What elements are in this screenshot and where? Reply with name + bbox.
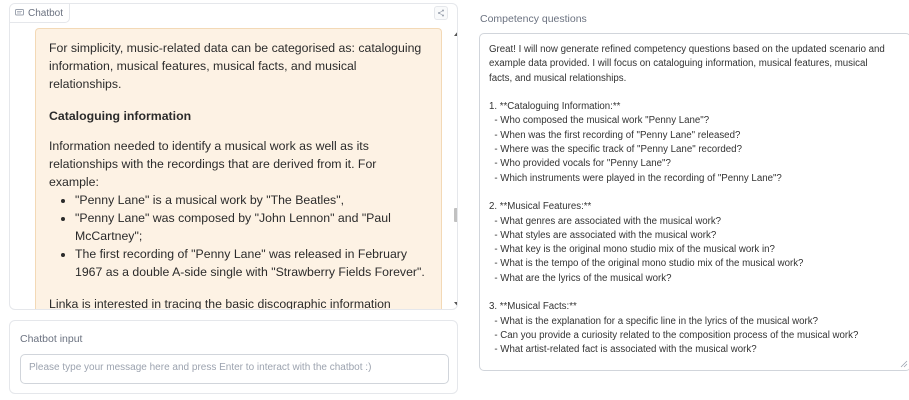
bot-message: For simplicity, music-related data can b… <box>35 28 442 310</box>
competency-question-line: - Who composed the musical work "Penny L… <box>489 115 710 127</box>
competency-question-line: 1. **Cataloguing Information:** <box>489 101 621 113</box>
message-intro: For simplicity, music-related data can b… <box>49 41 422 91</box>
scroll-down-arrow[interactable] <box>454 302 457 307</box>
competency-questions-block: Competency questions Great! I will now g… <box>471 3 909 371</box>
resize-handle-icon[interactable] <box>900 360 908 368</box>
competency-question-line <box>489 86 903 100</box>
competency-question-line: - Which instruments were played in the r… <box>489 172 782 184</box>
competency-question-line: example data provided. I will focus on c… <box>489 58 868 70</box>
competency-question-line: Great! I will now generate refined compe… <box>489 44 885 55</box>
competency-question-line: - Where was the specific track of "Penny… <box>489 144 742 156</box>
message-paragraph: Information needed to identify a musical… <box>49 139 377 189</box>
competency-question-line: - What artist-related fact is associated… <box>489 344 757 356</box>
chatbot-input-label: Chatbot input <box>20 333 83 345</box>
chatbot-input-block: Chatbot input <box>9 320 458 394</box>
share-button[interactable] <box>434 6 448 20</box>
share-icon <box>438 9 444 17</box>
chatbot-input-field[interactable] <box>20 354 449 384</box>
competency-questions-label: Competency questions <box>480 13 587 25</box>
scroll-up-arrow[interactable] <box>454 31 457 36</box>
message-paragraph: Linka is interested in tracing the basic… <box>49 297 391 310</box>
competency-question-line: - What is the tempo of the original mono… <box>489 258 804 270</box>
competency-question-line: - What key is the original mono studio m… <box>489 244 775 256</box>
message-bullet-list: "Penny Lane" is a musical work by "The B… <box>75 191 427 281</box>
competency-question-line: - What genres are associated with the mu… <box>489 215 722 227</box>
list-item: "Penny Lane" is a musical work by "The B… <box>75 191 427 209</box>
competency-question-line: - Who provided vocals for "Penny Lane"? <box>489 158 671 170</box>
list-item: The first recording of "Penny Lane" was … <box>75 245 427 281</box>
chat-bubble-icon <box>15 9 24 17</box>
competency-question-line <box>489 286 903 300</box>
chatbot-label-text: Chatbot <box>28 7 64 19</box>
competency-question-line: - What is the explanation for a specific… <box>489 315 818 327</box>
competency-question-line <box>489 186 903 200</box>
competency-question-line: - When was the first recording of "Penny… <box>489 129 741 141</box>
competency-question-line: - Can you provide a curiosity related to… <box>489 329 859 341</box>
competency-questions-textarea[interactable]: Great! I will now generate refined compe… <box>479 33 909 371</box>
competency-question-line: 2. **Musical Features:** <box>489 201 592 213</box>
message-heading: Cataloguing information <box>49 109 192 123</box>
competency-question-line: - What are the lyrics of the musical wor… <box>489 272 672 284</box>
competency-question-line: - What styles are associated with the mu… <box>489 229 717 241</box>
chatbot-panel: Chatbot For simplicity, music-related da… <box>9 3 458 310</box>
chat-scrollbar[interactable] <box>452 28 457 309</box>
competency-question-line: facts, and musical relationships. <box>489 72 627 84</box>
chatbot-label: Chatbot <box>10 4 71 23</box>
list-item: "Penny Lane" was composed by "John Lenno… <box>75 209 427 245</box>
competency-question-line: 3. **Musical Facts:** <box>489 301 577 313</box>
scroll-thumb[interactable] <box>454 208 457 222</box>
